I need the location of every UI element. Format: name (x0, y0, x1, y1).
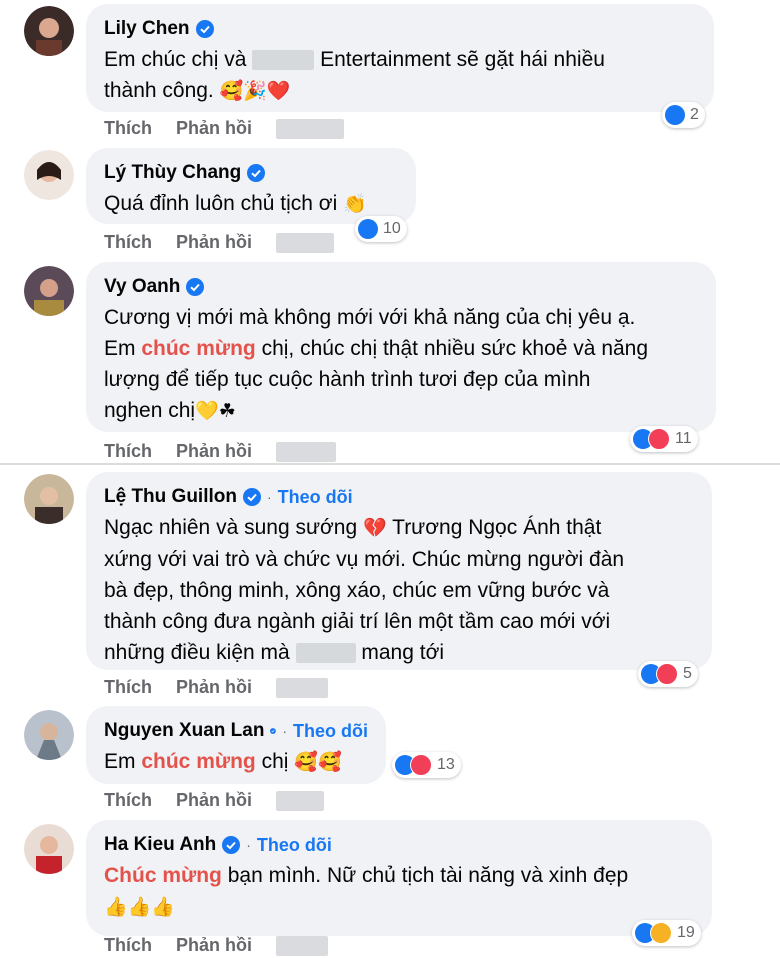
comment-bubble: Nguyen Xuan Lan · Theo dõi Em chúc mừng … (86, 706, 386, 784)
emoji-group: 🥰🥰 (294, 751, 342, 773)
thumbs-up-emoji-group: 👍👍👍 (104, 896, 175, 918)
reply-button[interactable]: Phản hồi (176, 232, 252, 253)
verified-icon (222, 836, 241, 854)
commenter-name[interactable]: Ha Kieu Anh (104, 834, 216, 856)
care-reaction-icon (650, 922, 672, 944)
commenter-name[interactable]: Lily Chen (104, 18, 190, 40)
redacted-text (276, 441, 336, 462)
like-button[interactable]: Thích (104, 935, 152, 956)
verified-icon (270, 728, 277, 734)
verified-icon (247, 164, 266, 182)
clapping-emoji: 👏 (343, 193, 367, 215)
like-button[interactable]: Thích (104, 232, 152, 253)
redacted-text (252, 50, 315, 71)
commenter-name[interactable]: Vy Oanh (104, 276, 180, 298)
reaction-summary[interactable]: 2 (662, 102, 705, 128)
section-divider (0, 463, 780, 465)
reply-button[interactable]: Phản hồi (176, 677, 252, 698)
reply-button[interactable]: Phản hồi (176, 441, 252, 462)
love-reaction-icon (656, 663, 678, 685)
like-button[interactable]: Thích (104, 441, 152, 462)
like-reaction-icon (358, 219, 378, 239)
verified-icon (195, 20, 214, 38)
avatar[interactable] (24, 150, 74, 200)
verified-icon (242, 488, 261, 506)
emoji-group: 🥰🎉❤️ (219, 80, 291, 102)
reaction-summary[interactable]: 11 (630, 426, 698, 452)
follow-button[interactable]: Theo dõi (278, 487, 353, 508)
love-reaction-icon (410, 754, 432, 776)
comment-bubble: Lily Chen Em chúc chị và Entertainment s… (86, 4, 714, 112)
verified-icon (186, 278, 205, 296)
emoji-group: 💛☘ (195, 400, 236, 422)
comment-text: Em chúc chị và Entertainment sẽ gặt hái … (104, 48, 605, 102)
follow-button[interactable]: Theo dõi (293, 721, 368, 742)
comment-bubble: Lý Thùy Chang Quá đỉnh luôn chủ tịch ơi … (86, 148, 416, 224)
redacted-text (276, 232, 334, 253)
commenter-name[interactable]: Lý Thùy Chang (104, 162, 241, 184)
reply-button[interactable]: Phản hồi (176, 935, 252, 956)
like-reaction-icon (665, 105, 685, 125)
reaction-summary[interactable]: 19 (632, 920, 701, 946)
reaction-summary[interactable]: 10 (355, 216, 407, 242)
follow-button[interactable]: Theo dõi (257, 835, 332, 856)
reaction-summary[interactable]: 13 (392, 752, 461, 778)
commenter-name[interactable]: Lệ Thu Guillon (104, 486, 237, 508)
redacted-text (276, 118, 344, 139)
comment-text: Cương vị mới mà không mới với khả năng c… (104, 306, 649, 422)
comment-text: Quá đỉnh luôn chủ tịch ơi 👏 (104, 192, 367, 215)
comment-text: Ngạc nhiên và sung sướng 💔 Trương Ngọc Á… (104, 516, 625, 664)
redacted-text (295, 643, 356, 664)
avatar[interactable] (24, 474, 74, 524)
avatar[interactable] (24, 6, 74, 56)
like-button[interactable]: Thích (104, 118, 152, 139)
reply-button[interactable]: Phản hồi (176, 118, 252, 139)
heart-emoji: 💔 (363, 517, 387, 539)
like-button[interactable]: Thích (104, 790, 152, 811)
like-button[interactable]: Thích (104, 677, 152, 698)
comment-bubble: Vy Oanh Cương vị mới mà không mới với kh… (86, 262, 716, 432)
avatar[interactable] (24, 710, 74, 760)
comment-bubble: Lệ Thu Guillon · Theo dõi Ngạc nhiên và … (86, 472, 712, 670)
redacted-text (276, 935, 328, 956)
commenter-name[interactable]: Nguyen Xuan Lan (104, 720, 264, 742)
love-reaction-icon (648, 428, 670, 450)
avatar[interactable] (24, 824, 74, 874)
redacted-text (276, 790, 324, 811)
comment-text: Chúc mừng bạn mình. Nữ chủ tịch tài năng… (104, 864, 629, 918)
avatar[interactable] (24, 266, 74, 316)
comment-text: Em chúc mừng chị 🥰🥰 (104, 750, 342, 773)
reply-button[interactable]: Phản hồi (176, 790, 252, 811)
comment-bubble: Ha Kieu Anh · Theo dõi Chúc mừng bạn mìn… (86, 820, 712, 936)
redacted-text (276, 677, 328, 698)
reaction-summary[interactable]: 5 (638, 661, 698, 687)
